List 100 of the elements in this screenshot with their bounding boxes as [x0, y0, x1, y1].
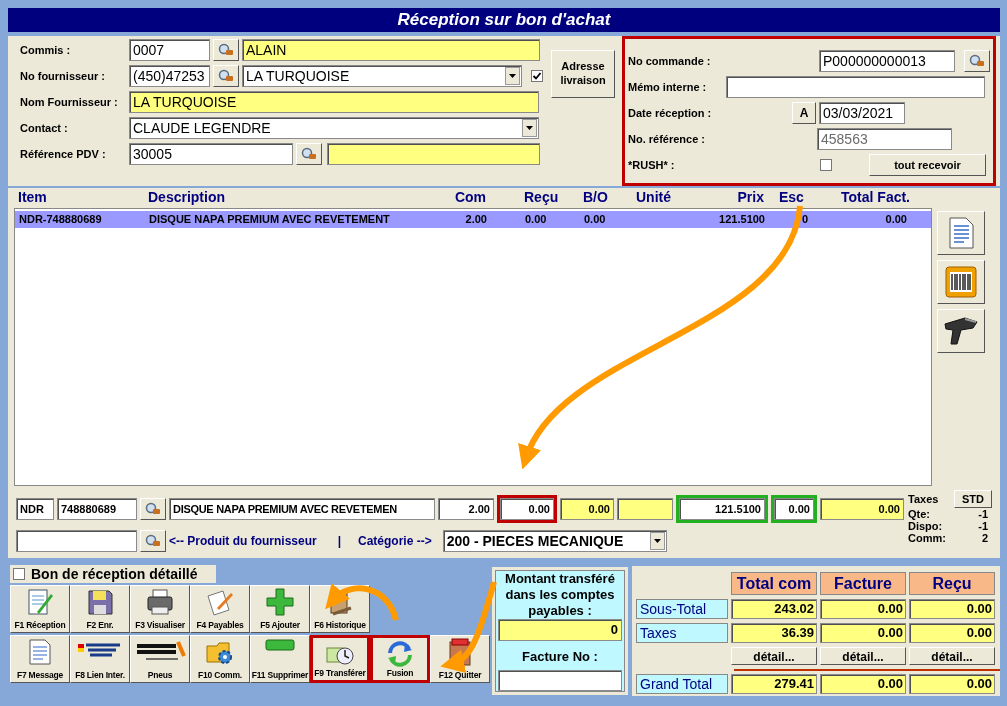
lookup-button[interactable] — [213, 39, 239, 61]
input-field[interactable]: DISQUE NAPA PREMIUM AVEC REVETEMEN — [169, 498, 435, 520]
toolbar-button[interactable]: F11 Supprimer — [250, 635, 310, 683]
field-label: No. référence : — [628, 131, 707, 147]
toolbar-button[interactable]: F9 Transférer — [310, 635, 370, 683]
toolbar-button[interactable]: F3 Visualiser — [130, 585, 190, 633]
toolbar-button[interactable]: Pneus — [130, 635, 190, 683]
column-header: B/O — [582, 188, 609, 207]
field-label: Commis : — [20, 42, 72, 58]
plus-icon — [265, 588, 295, 616]
field-label: *RUSH* : — [628, 157, 676, 173]
magnifier-icon — [145, 502, 161, 516]
stats-label: Taxes — [908, 491, 939, 507]
field-label: Contact : — [20, 120, 69, 136]
dropdown[interactable]: CLAUDE LEGENDRE — [129, 117, 539, 139]
field-label: Mémo interne : — [628, 79, 708, 95]
date-button[interactable]: A — [792, 102, 816, 124]
total-value: 279.41 — [731, 674, 817, 694]
table-cell-text: 0 — [800, 212, 809, 228]
toolbar-button[interactable]: F2 Enr. — [70, 585, 130, 633]
input-field[interactable]: 748880689 — [57, 498, 137, 520]
field-label: No commande : — [628, 53, 712, 69]
input-field[interactable] — [16, 530, 137, 552]
lookup-button[interactable] — [140, 498, 166, 520]
caret-icon — [649, 532, 665, 550]
input-field[interactable]: LA TURQUOISE — [129, 91, 539, 113]
checkbox[interactable] — [13, 568, 25, 580]
caret-icon — [522, 119, 537, 137]
input-field[interactable]: 0 — [498, 619, 622, 641]
input-field[interactable]: 30005 — [129, 143, 293, 165]
input-field[interactable] — [617, 498, 673, 520]
detail-button[interactable]: détail... — [820, 647, 906, 665]
input-field[interactable]: 03/03/2021 — [819, 102, 905, 124]
table-row[interactable]: NDR-748880689 DISQUE NAPA PREMIUM AVEC REVETEMENT 2.00 0.00 0.00 121.5100 0 0.00 — [15, 211, 931, 228]
dropdown[interactable]: LA TURQUOISE — [242, 65, 522, 87]
row-label: Sous-Total — [636, 599, 728, 619]
table-cell-text: 2.00 — [464, 212, 487, 228]
input-field[interactable]: 121.5100 — [679, 498, 765, 520]
magnifier-icon — [218, 69, 234, 83]
total-value: 0.00 — [820, 623, 906, 643]
side-tool-button[interactable] — [937, 211, 985, 255]
input-field[interactable]: NDR — [16, 498, 54, 520]
input-field[interactable]: 0007 — [129, 39, 210, 61]
total-value: 0.00 — [820, 599, 906, 619]
column-header: Prix — [736, 188, 764, 207]
input-field[interactable]: ALAIN — [242, 39, 540, 61]
magnifier-icon — [301, 147, 317, 161]
supplier-product-link[interactable]: <-- Produit du fournisseur — [169, 532, 317, 550]
total-value: 243.02 — [731, 599, 817, 619]
printer-icon — [145, 588, 175, 616]
magnifier-icon — [145, 534, 161, 548]
input-field[interactable]: 0.00 — [774, 498, 814, 520]
column-header: Esc — [778, 188, 805, 207]
field-label: Référence PDV : — [20, 146, 107, 162]
toolbar-button[interactable]: F5 Ajouter — [250, 585, 310, 633]
barcode-icon — [945, 266, 977, 298]
lookup-button[interactable] — [140, 530, 166, 552]
toolbar-button[interactable]: Fusion — [370, 635, 430, 683]
input-field[interactable]: 0.00 — [560, 498, 614, 520]
detail-button[interactable]: détail... — [909, 647, 995, 665]
transfer-label: Montant transféré dans les comptes payables : — [504, 571, 616, 619]
paper-pen-icon — [205, 588, 235, 616]
side-tool-button[interactable] — [937, 260, 985, 304]
category-label: Catégorie --> — [358, 533, 432, 550]
total-value: 0.00 — [820, 674, 906, 694]
input-field[interactable]: (450)47253 — [129, 65, 210, 87]
detail-button[interactable]: détail... — [731, 647, 817, 665]
receive-all-button[interactable]: tout recevoir — [869, 154, 986, 176]
column-header: Total Fact. — [840, 188, 911, 207]
total-value: 0.00 — [909, 623, 995, 643]
input-field[interactable]: 0.00 — [500, 498, 554, 520]
lookup-button[interactable] — [213, 65, 239, 87]
toolbar-button[interactable]: F8 Lien Inter. — [70, 635, 130, 683]
std-button[interactable]: STD — [954, 490, 992, 508]
dropdown[interactable]: 200 - PIECES MECANIQUE — [442, 530, 667, 552]
stats-label: Comm: — [908, 531, 946, 546]
input-field[interactable]: P000000000013 — [819, 50, 955, 72]
field-label: Nom Fournisseur : — [20, 94, 119, 110]
row-label: Grand Total — [636, 674, 728, 694]
checkbox[interactable] — [820, 159, 832, 171]
lookup-button[interactable] — [296, 143, 322, 165]
input-field[interactable]: 0.00 — [820, 498, 904, 520]
input-field[interactable] — [498, 670, 622, 691]
checkbox[interactable] — [531, 70, 543, 82]
input-field[interactable]: 458563 — [817, 128, 952, 150]
magnifier-icon — [218, 43, 234, 57]
notepad-icon — [25, 588, 55, 616]
column-header: Total com — [731, 572, 817, 595]
input-field[interactable]: 2.00 — [438, 498, 494, 520]
toolbar-button[interactable]: F1 Réception — [10, 585, 70, 633]
toolbar-button[interactable]: F7 Message — [10, 635, 70, 683]
lookup-button[interactable] — [964, 50, 990, 72]
input-field[interactable] — [726, 76, 985, 98]
address-button[interactable]: Adresse livraison — [551, 50, 615, 98]
toolbar-button[interactable]: F4 Payables — [190, 585, 250, 633]
stats-label: Dispo: — [908, 519, 943, 534]
toolbar-button[interactable]: F10 Comm. — [190, 635, 250, 683]
side-tool-button[interactable] — [937, 309, 985, 353]
input-field[interactable] — [327, 143, 540, 165]
column-header: Com — [453, 188, 486, 207]
